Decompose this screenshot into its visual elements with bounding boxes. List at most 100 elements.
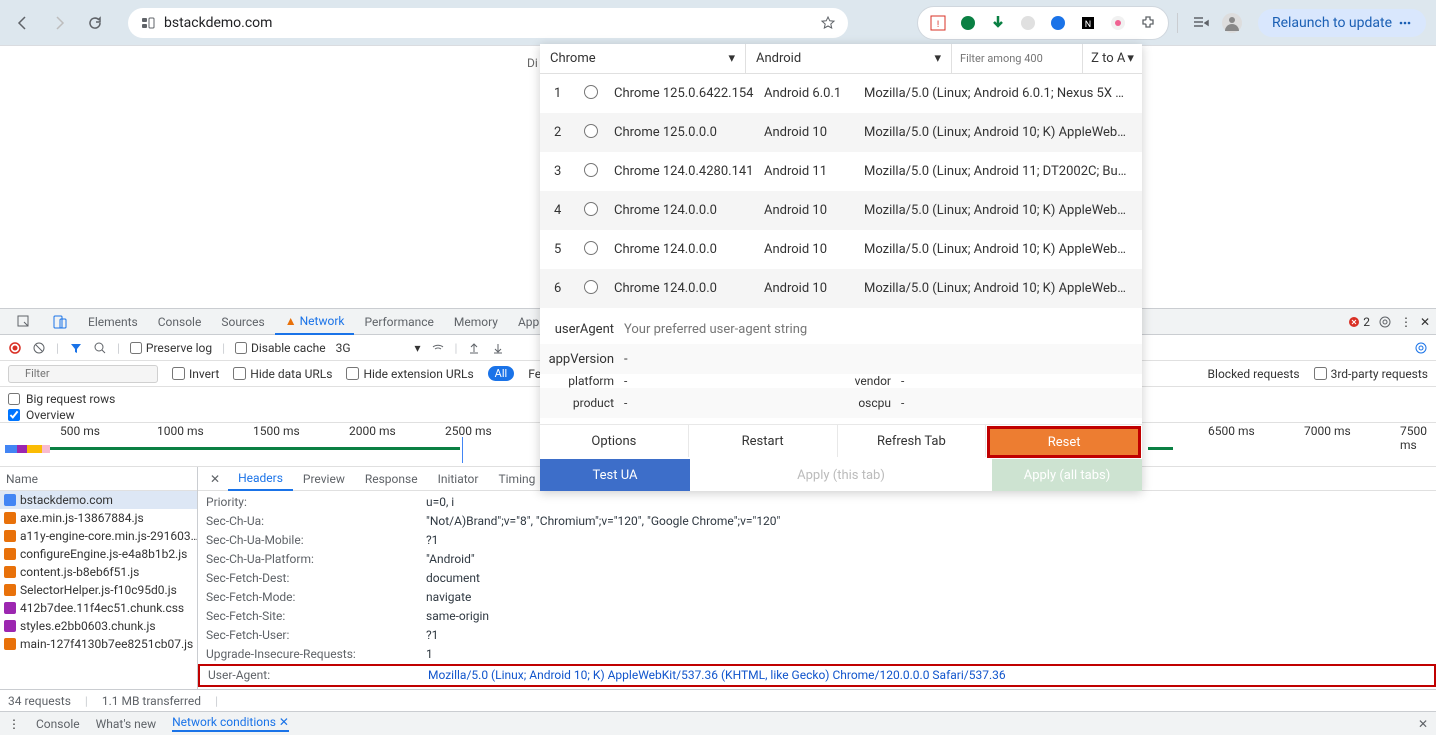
ext-icon-1[interactable]: ! <box>924 9 952 37</box>
ua-row[interactable]: 1Chrome 125.0.6422.154Android 6.0.1Mozil… <box>540 74 1142 113</box>
test-ua-button[interactable]: Test UA <box>540 459 690 491</box>
back-button[interactable] <box>10 10 36 36</box>
restart-button[interactable]: Restart <box>689 425 838 457</box>
reset-button[interactable]: Reset <box>987 426 1141 458</box>
filter-all[interactable]: All <box>488 366 515 381</box>
drawer-whats-new[interactable]: What's new <box>96 717 157 731</box>
request-item[interactable]: 412b7dee.11f4ec51.chunk.css <box>0 599 197 617</box>
hide-ext-urls-checkbox[interactable] <box>346 367 359 380</box>
request-item[interactable]: main-127f4130b7ee8251cb07.js <box>0 635 197 653</box>
ua-input[interactable] <box>624 322 924 337</box>
detail-tab-initiator[interactable]: Initiator <box>428 467 489 491</box>
tab-network-label: Network <box>300 314 345 328</box>
upload-icon[interactable] <box>467 341 481 355</box>
media-icon[interactable] <box>1186 9 1214 37</box>
drawer-close-icon[interactable]: ✕ <box>1418 717 1428 731</box>
ua-row[interactable]: 3Chrome 124.0.4280.141Android 11Mozilla/… <box>540 152 1142 191</box>
forward-button[interactable] <box>46 10 72 36</box>
relaunch-label: Relaunch to update <box>1272 15 1392 31</box>
wifi-icon[interactable] <box>431 341 445 355</box>
ua-label: userAgent <box>540 322 624 337</box>
error-indicator[interactable]: 2 <box>1348 315 1370 329</box>
profile-icon[interactable] <box>1218 9 1246 37</box>
sort-select[interactable]: Z to A▾ <box>1082 44 1142 73</box>
inspect-icon[interactable] <box>6 309 42 335</box>
ext-icon-4[interactable] <box>1014 9 1042 37</box>
timeline-label: 7000 ms <box>1304 424 1351 438</box>
ua-row[interactable]: 4Chrome 124.0.0.0Android 10Mozilla/5.0 (… <box>540 191 1142 230</box>
ext-icon-5[interactable] <box>1044 9 1072 37</box>
detail-tab-preview[interactable]: Preview <box>293 467 355 491</box>
device-icon[interactable] <box>42 309 78 335</box>
refresh-tab-button[interactable]: Refresh Tab <box>838 425 987 457</box>
request-item[interactable]: content.js-b8eb6f51.js <box>0 563 197 581</box>
more-icon[interactable]: ⋮ <box>1400 315 1412 329</box>
download-icon[interactable] <box>491 341 505 355</box>
header-row: Sec-Ch-Ua-Mobile:?1 <box>198 531 1436 550</box>
url-text: bstackdemo.com <box>164 15 272 31</box>
browser-select[interactable]: Chrome▾ <box>540 44 746 73</box>
settings-icon[interactable] <box>1378 315 1392 329</box>
disable-cache-checkbox[interactable] <box>235 342 247 354</box>
request-item[interactable]: SelectorHelper.js-f10c95d0.js <box>0 581 197 599</box>
tab-network[interactable]: ▲Network <box>275 309 355 335</box>
ext-icon-3[interactable] <box>984 9 1012 37</box>
third-party-checkbox[interactable] <box>1314 367 1327 380</box>
request-item[interactable]: axe.min.js-13867884.js <box>0 509 197 527</box>
os-select[interactable]: Android▾ <box>746 44 952 73</box>
detail-tab-response[interactable]: Response <box>355 467 428 491</box>
request-item[interactable]: bstackdemo.com <box>0 491 197 509</box>
request-item[interactable]: configureEngine.js-e4a8b1b2.js <box>0 545 197 563</box>
filter-text-input[interactable] <box>8 365 158 383</box>
filter-toggle-icon[interactable] <box>69 341 83 355</box>
apply-all-tabs-button[interactable]: Apply (all tabs) <box>992 459 1142 491</box>
tab-console[interactable]: Console <box>148 309 212 335</box>
big-rows-checkbox[interactable] <box>8 393 20 405</box>
ext-icon-6[interactable]: N <box>1074 9 1102 37</box>
name-header[interactable]: Name <box>0 467 197 491</box>
record-icon[interactable] <box>8 341 22 355</box>
search-icon[interactable] <box>93 341 107 355</box>
tab-sources[interactable]: Sources <box>211 309 274 335</box>
drawer-network-conditions[interactable]: Network conditions ✕ <box>172 715 289 732</box>
close-detail-icon[interactable]: ✕ <box>202 472 228 486</box>
preserve-log-checkbox[interactable] <box>130 342 142 354</box>
header-row: Priority:u=0, i <box>198 493 1436 512</box>
throttle-select[interactable]: 3G▾ <box>336 341 421 355</box>
tab-memory[interactable]: Memory <box>444 309 508 335</box>
ext-icon-7[interactable] <box>1104 9 1132 37</box>
close-devtools-icon[interactable]: ✕ <box>1420 315 1430 329</box>
filter-input[interactable] <box>952 44 1082 73</box>
tab-elements[interactable]: Elements <box>78 309 148 335</box>
extensions-icon[interactable] <box>1134 9 1162 37</box>
invert-checkbox[interactable] <box>172 367 185 380</box>
reload-button[interactable] <box>82 10 108 36</box>
clear-icon[interactable] <box>32 341 46 355</box>
drawer-console[interactable]: Console <box>36 717 80 731</box>
network-settings-icon[interactable] <box>1414 341 1428 355</box>
ua-row[interactable]: 5Chrome 124.0.0.0Android 10Mozilla/5.0 (… <box>540 230 1142 269</box>
relaunch-button[interactable]: Relaunch to update <box>1258 9 1426 37</box>
request-count: 34 requests <box>8 694 71 708</box>
detail-tab-timing[interactable]: Timing <box>488 467 545 491</box>
ua-row[interactable]: 6Chrome 124.0.0.0Android 10Mozilla/5.0 (… <box>540 269 1142 308</box>
bookmark-icon[interactable] <box>820 15 836 31</box>
apply-this-tab-button[interactable]: Apply (this tab) <box>690 459 992 491</box>
tab-performance[interactable]: Performance <box>354 309 443 335</box>
hide-data-urls-checkbox[interactable] <box>233 367 246 380</box>
drawer-more-icon[interactable]: ⋮ <box>8 717 20 731</box>
request-item[interactable]: styles.e2bb0603.chunk.js <box>0 617 197 635</box>
disable-cache-label: Disable cache <box>251 341 326 355</box>
ext-icon-2[interactable] <box>954 9 982 37</box>
site-info-icon[interactable] <box>140 15 156 31</box>
overview-checkbox[interactable] <box>8 409 20 421</box>
platform-label: platform <box>540 374 624 388</box>
timeline-label: 7500 ms <box>1400 424 1436 452</box>
ua-row[interactable]: 2Chrome 125.0.0.0Android 10Mozilla/5.0 (… <box>540 113 1142 152</box>
svg-text:!: ! <box>937 20 939 30</box>
options-button[interactable]: Options <box>540 425 689 457</box>
timeline-label: 6500 ms <box>1208 424 1255 438</box>
detail-tab-headers[interactable]: Headers <box>228 467 293 491</box>
request-item[interactable]: a11y-engine-core.min.js-291603… <box>0 527 197 545</box>
address-bar[interactable]: bstackdemo.com <box>128 8 848 38</box>
